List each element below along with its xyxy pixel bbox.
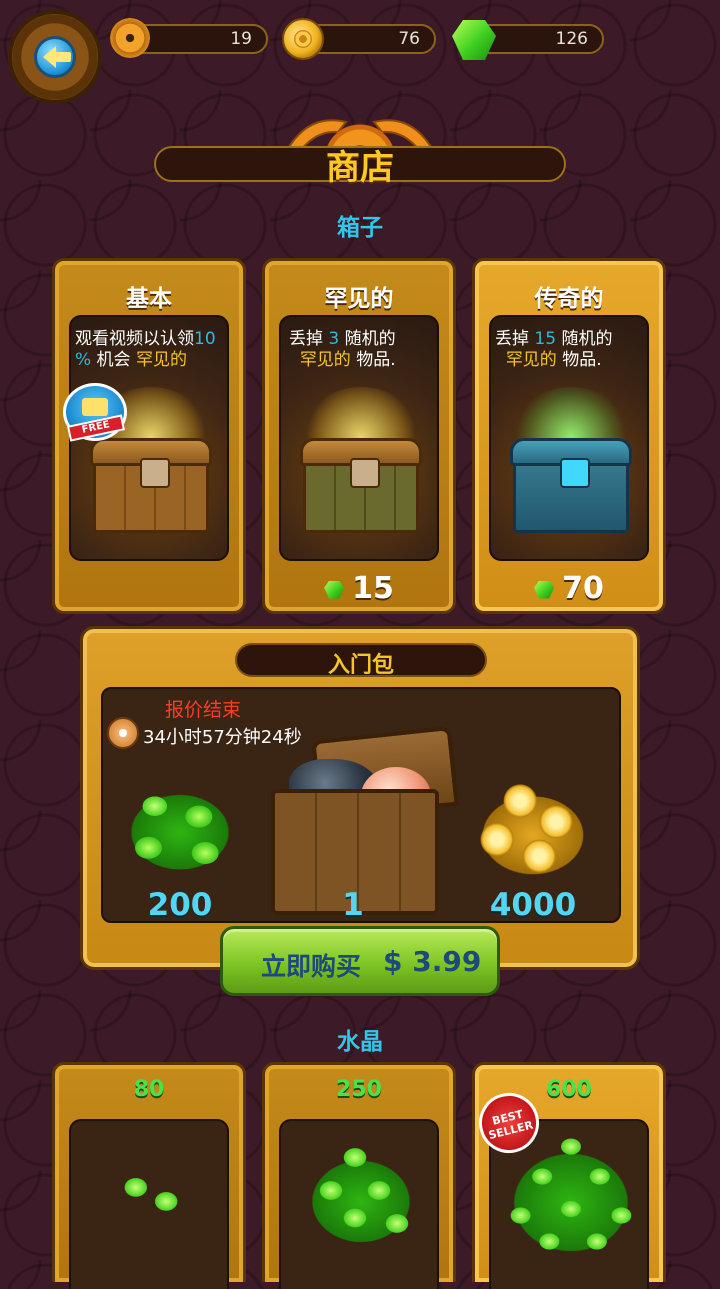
pack-chest-amount: 1: [342, 887, 364, 923]
chest-description: 丢掉 15 随机的 罕见的 物品.: [495, 329, 613, 370]
offer-timer: 34小时57分钟24秒: [143, 727, 302, 748]
gear-icon: [110, 18, 150, 58]
crystal-pack-amount: 250: [336, 1077, 382, 1102]
starter-pack-contents: 报价结束 34小时57分钟24秒 200 1 4000: [101, 687, 621, 923]
free-video-badge[interactable]: FREE: [63, 383, 127, 442]
chest-title: 罕见的: [324, 286, 394, 312]
chest-image: [300, 438, 422, 533]
chest-panel: 观看视频以认领10 % 机会 罕见的 FREE: [63, 315, 229, 561]
chest-title: 传奇的: [534, 286, 604, 312]
crystal-pack-amount: 80: [133, 1077, 165, 1102]
crystal-pile-image: [117, 775, 243, 879]
crystal-pack-600[interactable]: 600 BEST SELLER: [472, 1062, 666, 1289]
chest-panel: 丢掉 15 随机的 罕见的 物品.: [489, 315, 649, 561]
crystal-pack-panel: [279, 1119, 439, 1289]
starter-pack-banner: 入门包: [235, 643, 487, 678]
buy-now-label: 立即购买: [261, 952, 362, 981]
crystals-value: 126: [555, 29, 588, 49]
back-arrow-icon: [34, 36, 76, 78]
chest-card-rare[interactable]: 罕见的 丢掉 3 随机的 罕见的 物品. 15: [262, 258, 456, 614]
crystal-pack-panel: [69, 1119, 229, 1289]
chest-card-basic[interactable]: 基本 观看视频以认领10 % 机会 罕见的 FREE: [52, 258, 246, 614]
chest-image: [510, 438, 632, 533]
crystal-image: [301, 1141, 421, 1251]
crystal-pack-80[interactable]: 80: [52, 1062, 246, 1289]
timer-icon: [107, 717, 139, 749]
crystal-pack-250[interactable]: 250: [262, 1062, 456, 1289]
chest-description: 丢掉 3 随机的 罕见的 物品.: [289, 329, 396, 370]
offer-end-label: 报价结束: [165, 699, 242, 721]
chest-price: 15: [265, 571, 453, 606]
crystals-section-label: 水晶: [337, 1029, 383, 1055]
buy-now-price: $ 3.99: [383, 945, 482, 978]
crystal-icon: [534, 580, 555, 599]
crystal-icon: [324, 580, 345, 599]
coin-icon: [282, 18, 324, 60]
chest-title: 基本: [126, 286, 172, 312]
coins-value: 76: [398, 29, 420, 49]
chest-panel: 丢掉 3 随机的 罕见的 物品.: [279, 315, 439, 561]
pack-crystals-amount: 200: [147, 887, 213, 923]
video-camera-icon: [82, 398, 108, 416]
pack-coins-amount: 4000: [489, 887, 577, 923]
chest-description: 观看视频以认领10 % 机会 罕见的: [75, 329, 216, 370]
starter-pack-panel: 入门包 报价结束 34小时57分钟24秒 200 1 4000: [80, 626, 640, 970]
page-title: 商店: [326, 148, 394, 188]
title-banner: 商店: [154, 146, 566, 188]
buy-now-button[interactable]: 立即购买 $ 3.99: [220, 926, 500, 996]
starter-pack-title: 入门包: [327, 653, 394, 678]
chest-image: [90, 438, 212, 533]
coin-pile-image: [469, 775, 597, 879]
gears-value: 19: [230, 29, 252, 49]
back-button[interactable]: [12, 14, 98, 100]
chest-card-legendary[interactable]: 传奇的 丢掉 15 随机的 罕见的 物品. 70: [472, 258, 666, 614]
boxes-section-label: 箱子: [337, 215, 383, 241]
chest-price: 70: [475, 571, 663, 606]
crystal-image: [113, 1165, 189, 1221]
